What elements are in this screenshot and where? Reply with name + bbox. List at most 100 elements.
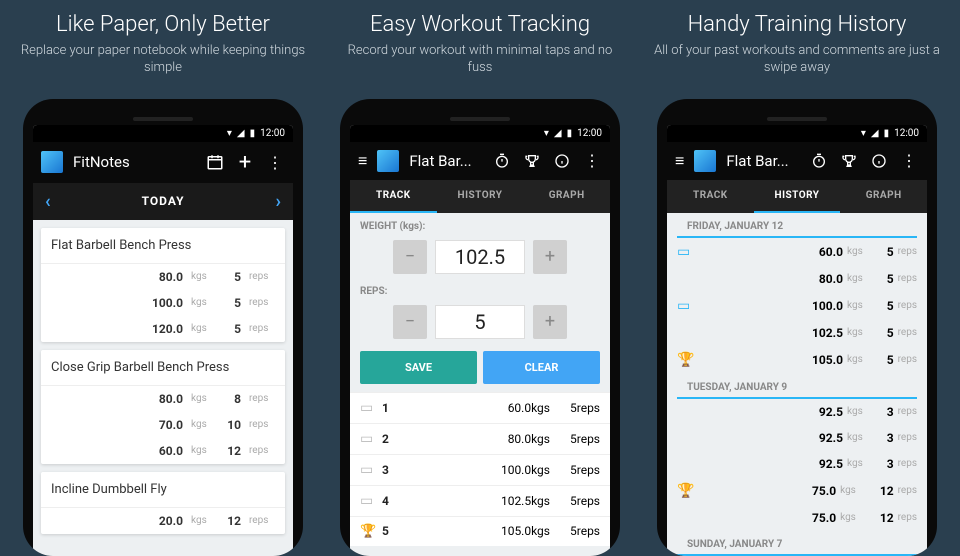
weight-unit: kgs [191, 419, 213, 430]
set-row[interactable]: 20.0 kgs 12 reps [41, 508, 285, 534]
overflow-icon[interactable]: ⋮ [582, 151, 602, 170]
set-row[interactable]: 80.0 kgs 5 reps [41, 264, 285, 290]
battery-icon: ▮ [567, 128, 573, 139]
weight-value: 92.5 [819, 431, 843, 445]
set-row[interactable]: 80.0 kgs 8 reps [41, 386, 285, 412]
tab-history[interactable]: HISTORY [754, 180, 841, 213]
menu-icon[interactable]: ≡ [358, 151, 367, 171]
add-icon[interactable]: + [235, 150, 255, 175]
set-row[interactable]: 70.0 kgs 10 reps [41, 412, 285, 438]
reps-value: 5 [570, 401, 577, 415]
set-number: 2 [382, 432, 406, 446]
weight-minus-button[interactable]: − [393, 240, 427, 274]
history-row[interactable]: 92.5 kgs 3 reps [667, 451, 927, 477]
reps-unit: reps [249, 323, 275, 334]
trophy-icon: 🏆 [677, 483, 694, 499]
weight-unit: kgs [191, 445, 213, 456]
history-row[interactable]: 92.5 kgs 3 reps [667, 425, 927, 451]
weight-unit: kgs [191, 393, 213, 404]
history-row[interactable]: 80.0 kgs 5 reps [667, 266, 927, 292]
menu-icon[interactable]: ≡ [675, 151, 684, 171]
exercise-card[interactable]: Incline Dumbbell Fly 20.0 kgs 12 reps [41, 472, 285, 534]
comment-icon: ▭ [360, 462, 382, 478]
reps-plus-button[interactable]: + [533, 305, 567, 339]
timer-icon[interactable] [492, 153, 512, 169]
set-number: 3 [382, 463, 406, 477]
timer-icon[interactable] [809, 153, 829, 169]
log-row[interactable]: ▭ 1 60.0 kgs 5 reps [350, 392, 610, 423]
history-row[interactable]: ▭ 100.0 kgs 5 reps [667, 292, 927, 320]
info-icon[interactable] [869, 153, 889, 169]
reps-value: 3 [887, 431, 894, 445]
reps-unit: reps [249, 419, 275, 430]
battery-icon: ▮ [884, 128, 890, 139]
log-row[interactable]: ▭ 3 100.0 kgs 5 reps [350, 454, 610, 485]
overflow-icon[interactable]: ⋮ [265, 153, 285, 172]
tab-graph[interactable]: GRAPH [523, 180, 610, 213]
tab-track[interactable]: TRACK [350, 180, 437, 213]
history-row[interactable]: 102.5 kgs 5 reps [667, 320, 927, 346]
exercise-card[interactable]: Flat Barbell Bench Press 80.0 kgs 5 reps… [41, 228, 285, 342]
next-day-icon[interactable]: › [276, 191, 281, 212]
trophy-icon[interactable] [839, 153, 859, 169]
weight-plus-button[interactable]: + [533, 240, 567, 274]
panel-1: Like Paper, Only Better Replace your pap… [10, 0, 316, 556]
history-row[interactable]: 🏆 75.0 kgs 12 reps [667, 477, 927, 505]
weight-unit: kgs [191, 297, 213, 308]
reps-value: 5 [887, 272, 894, 286]
trophy-icon[interactable] [522, 153, 542, 169]
comment-icon: ▭ [360, 493, 382, 509]
reps-unit: reps [577, 463, 600, 477]
log-row[interactable]: ▭ 4 102.5 kgs 5 reps [350, 485, 610, 516]
weight-unit: kgs [840, 485, 856, 496]
date-label[interactable]: TODAY [142, 194, 185, 208]
prev-day-icon[interactable]: ‹ [45, 191, 51, 212]
weight-value: 60.0 [143, 444, 183, 458]
weight-unit: kgs [847, 406, 863, 417]
reps-value[interactable]: 5 [435, 305, 525, 339]
tab-history[interactable]: HISTORY [437, 180, 524, 213]
log-row[interactable]: 🏆 5 105.0 kgs 5 reps [350, 516, 610, 546]
wifi-icon: ▾ [544, 128, 549, 139]
overflow-icon[interactable]: ⋮ [899, 151, 919, 170]
clock: 12:00 [894, 128, 919, 139]
reps-unit: reps [249, 271, 275, 282]
info-icon[interactable] [552, 153, 572, 169]
app-title: Flat Bar... [726, 152, 799, 170]
reps-value: 12 [221, 444, 241, 458]
exercise-name: Flat Barbell Bench Press [41, 228, 285, 264]
reps-unit: reps [898, 246, 917, 257]
weight-value: 102.5 [501, 494, 531, 508]
weight-unit: kgs [847, 300, 863, 311]
weight-value: 80.0 [143, 270, 183, 284]
headline: Handy Training History [688, 12, 907, 37]
tab-track[interactable]: TRACK [667, 180, 754, 213]
calendar-icon[interactable] [205, 153, 225, 171]
history-row[interactable]: ▭ 60.0 kgs 5 reps [667, 238, 927, 266]
reps-label: REPS: [350, 278, 610, 301]
reps-unit: reps [898, 406, 917, 417]
exercise-card[interactable]: Close Grip Barbell Bench Press 80.0 kgs … [41, 350, 285, 464]
phone-frame: ▾ ◢ ▮ 12:00 ≡ Flat Bar... ⋮ TRACK HISTOR… [657, 99, 937, 556]
history-row[interactable]: 🏆 105.0 kgs 5 reps [667, 346, 927, 374]
clear-button[interactable]: CLEAR [483, 351, 600, 384]
reps-minus-button[interactable]: − [393, 305, 427, 339]
tab-graph[interactable]: GRAPH [840, 180, 927, 213]
history-row[interactable]: 75.0 kgs 12 reps [667, 505, 927, 531]
log-row[interactable]: ▭ 2 80.0 kgs 5 reps [350, 423, 610, 454]
reps-unit: reps [577, 524, 600, 538]
date-nav: ‹ TODAY › [33, 183, 293, 220]
set-row[interactable]: 120.0 kgs 5 reps [41, 316, 285, 342]
reps-value: 5 [570, 524, 577, 538]
reps-unit: reps [898, 432, 917, 443]
reps-value: 12 [221, 514, 241, 528]
set-row[interactable]: 100.0 kgs 5 reps [41, 290, 285, 316]
weight-value[interactable]: 102.5 [435, 240, 525, 274]
history-row[interactable]: 92.5 kgs 3 reps [667, 399, 927, 425]
reps-unit: reps [249, 393, 275, 404]
weight-value: 80.0 [143, 392, 183, 406]
reps-unit: reps [249, 297, 275, 308]
reps-unit: reps [577, 401, 600, 415]
save-button[interactable]: SAVE [360, 351, 477, 384]
set-row[interactable]: 60.0 kgs 12 reps [41, 438, 285, 464]
